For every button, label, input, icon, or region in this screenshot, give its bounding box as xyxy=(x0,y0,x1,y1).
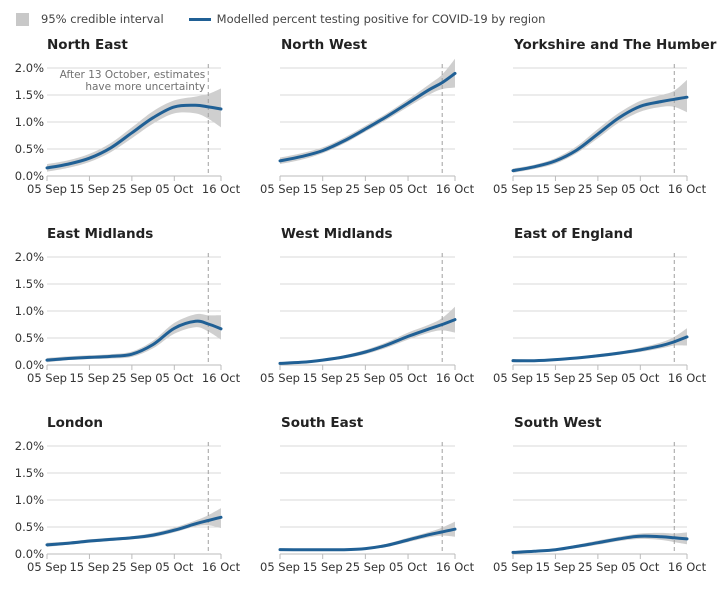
x-tick-label: 25 Sep xyxy=(112,560,152,574)
y-tick-label: 1.5% xyxy=(15,88,44,102)
x-tick-label: 05 Sep xyxy=(493,371,533,385)
y-tick-label: 2.0% xyxy=(15,439,44,453)
y-tick-label: 2.0% xyxy=(15,61,44,75)
x-tick-label: 25 Sep xyxy=(345,182,385,196)
x-tick-label: 25 Sep xyxy=(112,371,152,385)
x-tick-label: 15 Sep xyxy=(535,182,575,196)
x-tick-label: 05 Oct xyxy=(621,560,660,574)
x-tick-label: 15 Sep xyxy=(69,560,109,574)
x-tick-label: 15 Sep xyxy=(69,182,109,196)
x-tick-label: 05 Sep xyxy=(493,560,533,574)
small-multiples-chart: 0.0%0.5%1.0%1.5%2.0%05 Sep 15 Sep 25 Sep 05… xyxy=(15,58,707,574)
x-tick-label: 05 Sep xyxy=(27,371,67,385)
x-tick-label: 15 Sep xyxy=(535,371,575,385)
x-tick-label: 05 Sep xyxy=(260,182,300,196)
x-tick-label: 05 Oct xyxy=(621,371,660,385)
x-tick-label: 15 Sep xyxy=(303,560,343,574)
x-tick-label: 16 Oct xyxy=(436,371,475,385)
x-tick-label: 05 Oct xyxy=(155,182,194,196)
y-tick-label: 0.0% xyxy=(15,358,44,372)
x-tick-label: 25 Sep xyxy=(578,182,618,196)
y-tick-label: 1.5% xyxy=(15,466,44,480)
y-tick-label: 0.5% xyxy=(15,520,44,534)
x-tick-label: 05 Sep xyxy=(27,182,67,196)
x-tick-label: 05 Sep xyxy=(260,371,300,385)
x-tick-label: 25 Sep xyxy=(345,560,385,574)
x-tick-label: 16 Oct xyxy=(436,182,475,196)
y-tick-label: 0.5% xyxy=(15,142,44,156)
x-tick-label: 05 Oct xyxy=(389,371,428,385)
x-tick-label: 15 Sep xyxy=(69,371,109,385)
y-tick-label: 0.0% xyxy=(15,547,44,561)
annotation-line-1: After 13 October, estimates xyxy=(60,69,206,81)
x-tick-label: 16 Oct xyxy=(668,560,707,574)
x-tick-label: 25 Sep xyxy=(112,182,152,196)
x-tick-label: 25 Sep xyxy=(578,371,618,385)
y-tick-label: 0.0% xyxy=(15,169,44,183)
x-tick-label: 05 Sep xyxy=(493,182,533,196)
y-tick-label: 1.0% xyxy=(15,493,44,507)
annotation-line-2: have more uncertainty xyxy=(85,81,205,93)
credible-interval-band-yorkshire-and-the-humber xyxy=(513,79,687,173)
y-tick-label: 1.0% xyxy=(15,115,44,129)
x-tick-label: 16 Oct xyxy=(202,560,241,574)
x-tick-label: 16 Oct xyxy=(436,560,475,574)
credible-interval-band-west-midlands xyxy=(280,306,455,365)
x-tick-label: 05 Oct xyxy=(155,560,194,574)
x-tick-label: 16 Oct xyxy=(202,371,241,385)
x-tick-label: 16 Oct xyxy=(668,182,707,196)
x-tick-label: 25 Sep xyxy=(578,560,618,574)
y-tick-label: 0.5% xyxy=(15,331,44,345)
y-tick-label: 1.5% xyxy=(15,277,44,291)
x-tick-label: 16 Oct xyxy=(668,371,707,385)
x-tick-label: 05 Oct xyxy=(621,182,660,196)
x-tick-label: 05 Sep xyxy=(260,560,300,574)
x-tick-label: 16 Oct xyxy=(202,182,241,196)
x-tick-label: 05 Oct xyxy=(389,182,428,196)
x-tick-label: 15 Sep xyxy=(303,371,343,385)
credible-interval-band-north-west xyxy=(280,58,455,165)
x-tick-label: 05 Oct xyxy=(155,371,194,385)
modelled-line-yorkshire-and-the-humber xyxy=(511,95,689,173)
x-tick-label: 15 Sep xyxy=(535,560,575,574)
y-tick-label: 2.0% xyxy=(15,250,44,264)
x-tick-label: 25 Sep xyxy=(345,371,385,385)
x-tick-label: 05 Oct xyxy=(389,560,428,574)
x-tick-label: 15 Sep xyxy=(303,182,343,196)
credible-interval-band-london xyxy=(47,508,221,547)
x-tick-label: 05 Sep xyxy=(27,560,67,574)
modelled-line-east-of-england xyxy=(511,335,689,363)
y-tick-label: 1.0% xyxy=(15,304,44,318)
